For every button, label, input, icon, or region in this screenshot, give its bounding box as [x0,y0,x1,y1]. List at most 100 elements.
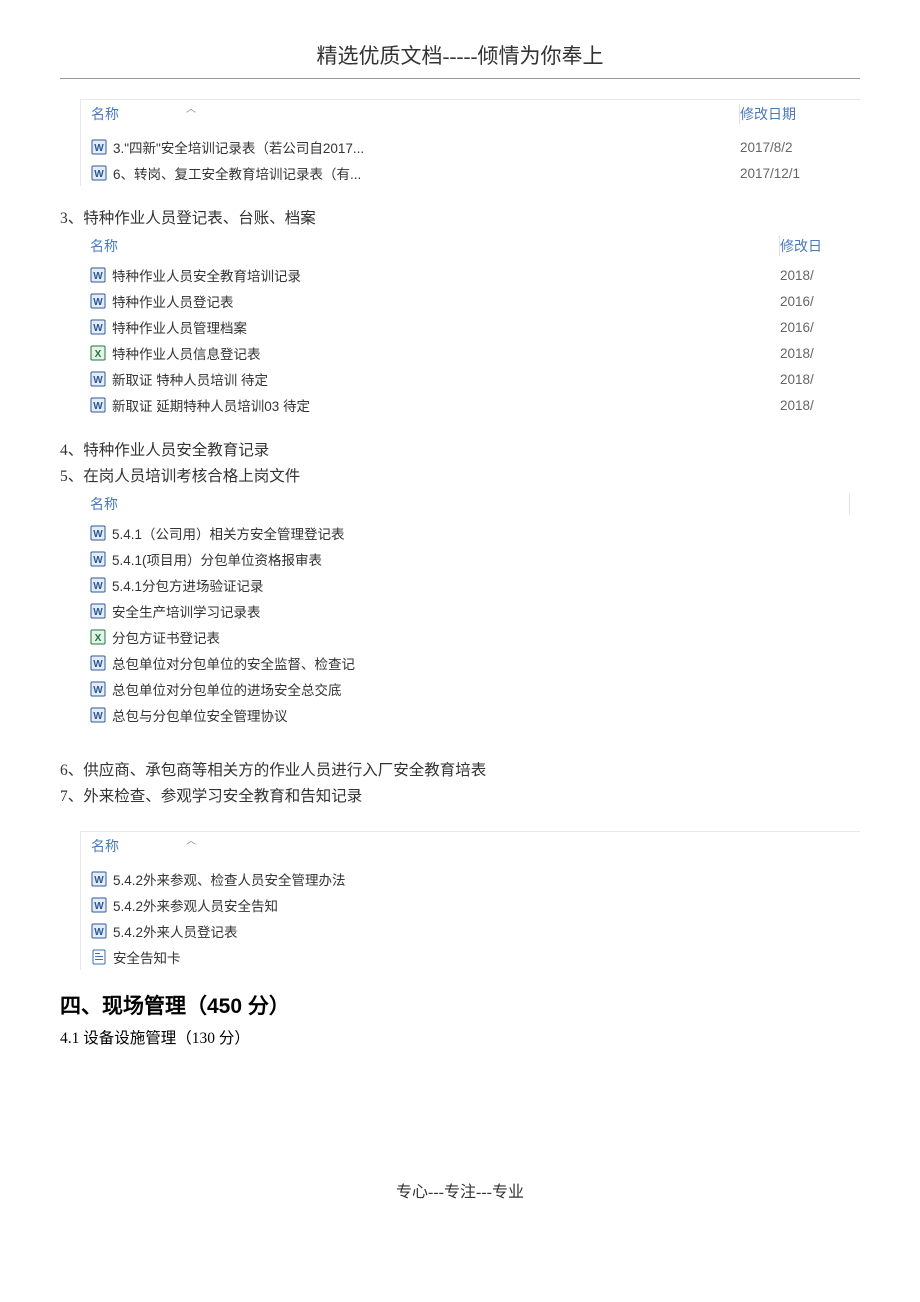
file-name-cell: 新取证 延期特种人员培训03 待定 [90,395,780,415]
section-subheading-4-1: 4.1 设备设施管理（130 分） [60,1026,860,1048]
file-name-cell: 5.4.1（公司用）相关方安全管理登记表 [90,523,850,543]
file-row[interactable]: 5.4.2外来参观人员安全告知 [81,892,860,918]
file-name-cell: 特种作业人员登记表 [90,291,780,311]
word-icon [91,871,107,887]
file-list-header: 名称 [80,490,860,520]
word-icon [90,577,106,593]
file-name-text: 特种作业人员信息登记表 [112,343,261,363]
file-name-text: 总包与分包单位安全管理协议 [112,705,288,725]
file-name-text: 5.4.1（公司用）相关方安全管理登记表 [112,523,345,543]
file-list-4: 名称 ︿ 5.4.2外来参观、检查人员安全管理办法 5.4.2外来参观人员安全告… [80,831,860,970]
file-row[interactable]: 5.4.1（公司用）相关方安全管理登记表 [80,520,860,546]
file-name-text: 总包单位对分包单位的进场安全总交底 [112,679,342,699]
file-rows-3: 5.4.1（公司用）相关方安全管理登记表 5.4.1(项目用）分包单位资格报审表… [80,520,860,728]
file-name-text: 5.4.2外来参观、检查人员安全管理办法 [113,869,346,889]
word-icon [90,551,106,567]
file-name-text: 特种作业人员管理档案 [112,317,247,337]
column-header-name[interactable]: 名称 ︿ [91,104,739,124]
file-name-text: 安全生产培训学习记录表 [112,601,261,621]
word-icon [90,603,106,619]
word-icon [90,267,106,283]
file-row[interactable]: 分包方证书登记表 [80,624,860,650]
file-name-cell: 总包单位对分包单位的进场安全总交底 [90,679,850,699]
file-row[interactable]: 特种作业人员登记表 2016/ [80,288,860,314]
file-rows-2: 特种作业人员安全教育培训记录 2018/ 特种作业人员登记表 2016/ 特种作… [80,262,860,418]
file-name-cell: 特种作业人员安全教育培训记录 [90,265,780,285]
column-header-name[interactable]: 名称 ︿ [91,836,850,856]
file-name-cell: 特种作业人员管理档案 [90,317,780,337]
file-name-text: 5.4.1分包方进场验证记录 [112,575,264,595]
excel-icon [90,629,106,645]
file-name-cell: 总包与分包单位安全管理协议 [90,705,850,725]
file-name-cell: 6、转岗、复工安全教育培训记录表（有... [91,163,740,183]
file-name-cell: 5.4.2外来参观、检查人员安全管理办法 [91,869,850,889]
section-item-3: 3、特种作业人员登记表、台账、档案 [60,206,860,228]
file-name-text: 特种作业人员安全教育培训记录 [112,265,301,285]
section-item-5: 5、在岗人员培训考核合格上岗文件 [60,464,860,486]
file-name-text: 安全告知卡 [113,947,181,967]
word-icon [90,397,106,413]
word-icon [90,707,106,723]
file-name-cell: 5.4.2外来参观人员安全告知 [91,895,850,915]
file-name-cell: 特种作业人员信息登记表 [90,343,780,363]
file-name-text: 5.4.1(项目用）分包单位资格报审表 [112,549,322,569]
column-divider [849,494,850,514]
word-icon [91,165,107,181]
file-name-cell: 分包方证书登记表 [90,627,850,647]
file-row[interactable]: 5.4.1分包方进场验证记录 [80,572,860,598]
file-row[interactable]: 特种作业人员信息登记表 2018/ [80,340,860,366]
file-name-cell: 5.4.1(项目用）分包单位资格报审表 [90,549,850,569]
file-row[interactable]: 新取证 延期特种人员培训03 待定 2018/ [80,392,860,418]
sort-arrow-icon: ︿ [186,100,196,115]
column-header-name[interactable]: 名称 [90,236,779,256]
column-header-date[interactable]: 修改日期 [740,104,850,124]
header-divider [60,78,860,79]
file-row[interactable]: 6、转岗、复工安全教育培训记录表（有... 2017/12/1 [81,160,860,186]
word-icon [90,655,106,671]
file-row[interactable]: 新取证 特种人员培训 待定 2018/ [80,366,860,392]
sort-arrow-icon: ︿ [186,832,196,847]
file-date: 2016/ [780,294,850,309]
file-row[interactable]: 5.4.2外来参观、检查人员安全管理办法 [81,866,860,892]
doc-icon [91,949,107,965]
word-icon [90,525,106,541]
file-rows-1: 3."四新"安全培训记录表（若公司自2017... 2017/8/2 6、转岗、… [81,134,860,186]
file-row[interactable]: 5.4.2外来人员登记表 [81,918,860,944]
word-icon [91,923,107,939]
file-list-header: 名称 ︿ 修改日期 [81,100,860,134]
file-row[interactable]: 安全生产培训学习记录表 [80,598,860,624]
file-list-header: 名称 修改日 [80,232,860,262]
file-name-cell: 5.4.1分包方进场验证记录 [90,575,850,595]
excel-icon [90,345,106,361]
file-name-text: 3."四新"安全培训记录表（若公司自2017... [113,137,364,157]
file-name-text: 分包方证书登记表 [112,627,220,647]
file-row[interactable]: 3."四新"安全培训记录表（若公司自2017... 2017/8/2 [81,134,860,160]
file-name-text: 6、转岗、复工安全教育培训记录表（有... [113,163,361,183]
file-row[interactable]: 5.4.1(项目用）分包单位资格报审表 [80,546,860,572]
file-date: 2018/ [780,398,850,413]
section-item-6: 6、供应商、承包商等相关方的作业人员进行入厂安全教育培表 [60,758,860,780]
page-header-title: 精选优质文档-----倾情为你奉上 [60,40,860,70]
file-row[interactable]: 总包单位对分包单位的进场安全总交底 [80,676,860,702]
file-date: 2018/ [780,346,850,361]
column-header-name[interactable]: 名称 [90,494,849,514]
word-icon [91,897,107,913]
column-header-date[interactable]: 修改日 [780,236,850,256]
page-footer: 专心---专注---专业 [60,1178,860,1202]
file-row[interactable]: 特种作业人员管理档案 2016/ [80,314,860,340]
file-row[interactable]: 总包单位对分包单位的安全监督、检查记 [80,650,860,676]
file-name-cell: 总包单位对分包单位的安全监督、检查记 [90,653,850,673]
file-name-text: 特种作业人员登记表 [112,291,234,311]
file-date: 2017/8/2 [740,140,850,155]
word-icon [90,293,106,309]
file-date: 2018/ [780,268,850,283]
file-name-text: 5.4.2外来参观人员安全告知 [113,895,278,915]
section-heading-4: 四、现场管理（450 分） [60,990,860,1020]
file-name-text: 新取证 延期特种人员培训03 待定 [112,395,310,415]
file-row[interactable]: 特种作业人员安全教育培训记录 2018/ [80,262,860,288]
file-list-1: 名称 ︿ 修改日期 3."四新"安全培训记录表（若公司自2017... 2017… [80,99,860,186]
file-row[interactable]: 安全告知卡 [81,944,860,970]
file-list-2: 名称 修改日 特种作业人员安全教育培训记录 2018/ 特种作业人员登记表 20… [80,232,860,418]
file-list-header: 名称 ︿ [81,832,860,866]
file-row[interactable]: 总包与分包单位安全管理协议 [80,702,860,728]
